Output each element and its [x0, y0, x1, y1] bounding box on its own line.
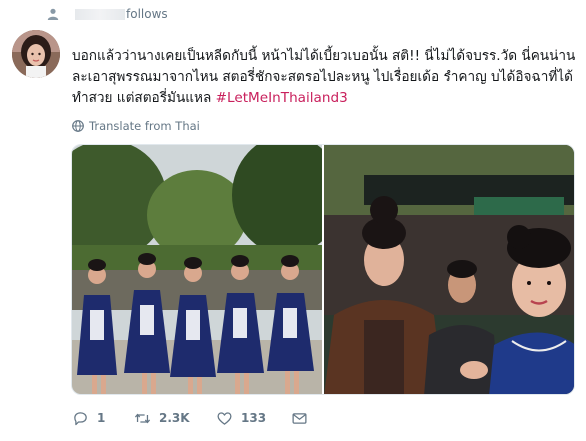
retweet-count: 2.3K [159, 411, 190, 425]
envelope-icon [292, 412, 307, 424]
tweet-card[interactable]: follows บอกแล้วว่านางเคยเป็นหลีดกับนี้ ห… [0, 0, 586, 441]
direct-message-button[interactable] [291, 410, 321, 427]
heart-icon [217, 411, 232, 425]
retweet-button[interactable]: 2.3K [134, 410, 216, 427]
reply-button[interactable]: 1 [72, 410, 134, 427]
blurred-username[interactable] [75, 8, 125, 20]
follows-context: follows [47, 5, 168, 23]
like-button[interactable]: 133 [216, 410, 291, 427]
reply-icon [74, 411, 87, 425]
translate-label: Translate from Thai [89, 119, 200, 133]
retweet-icon [134, 413, 151, 423]
photo-performers-closeup[interactable] [324, 145, 574, 394]
media-container[interactable] [71, 144, 575, 395]
reply-count: 1 [97, 411, 106, 425]
hashtag-link[interactable]: #LetMeInThailand3 [216, 90, 348, 106]
globe-icon [72, 120, 84, 132]
person-icon [47, 8, 59, 20]
tweet-text: บอกแล้วว่านางเคยเป็นหลีดกับนี้ หน้าไม่ได… [72, 46, 577, 109]
like-count: 133 [241, 411, 267, 425]
translate-link[interactable]: Translate from Thai [72, 118, 200, 134]
action-bar: 1 2.3K 133 [72, 407, 392, 429]
follows-label: follows [126, 7, 168, 21]
avatar[interactable] [12, 30, 60, 78]
photo-cheerleaders[interactable] [72, 145, 322, 394]
